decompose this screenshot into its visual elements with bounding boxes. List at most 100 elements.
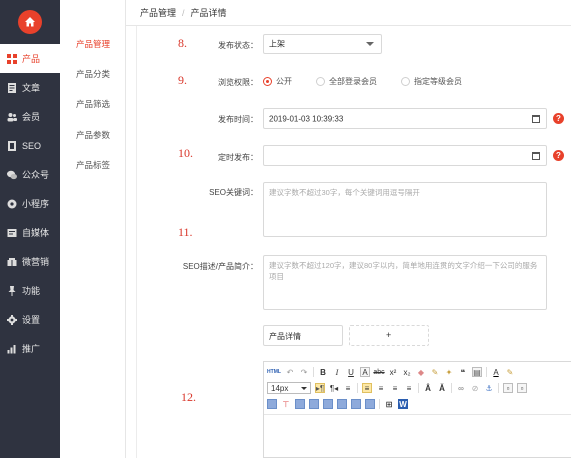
link-icon[interactable]: ∞ bbox=[456, 383, 466, 393]
help-icon[interactable]: ? bbox=[553, 113, 564, 124]
status-select[interactable]: 上架 bbox=[263, 34, 382, 54]
insert-table-icon[interactable] bbox=[267, 399, 277, 409]
grid-icon bbox=[7, 53, 17, 64]
plus-icon: + bbox=[386, 330, 392, 340]
wechat-icon bbox=[7, 170, 17, 179]
radio-unchecked-icon bbox=[401, 77, 410, 86]
subscript-icon[interactable]: x₂ bbox=[402, 367, 412, 377]
find-icon[interactable]: ⊞ bbox=[384, 399, 394, 409]
radio-unchecked-icon bbox=[316, 77, 325, 86]
auto-format-icon[interactable]: ✦ bbox=[444, 367, 454, 377]
nav-item-function[interactable]: 功能 bbox=[0, 276, 60, 305]
subnav-item-product-filter[interactable]: 产品筛选 bbox=[76, 98, 110, 110]
nav-item-label: 公众号 bbox=[22, 170, 50, 180]
annotation-10: 10. bbox=[178, 146, 193, 160]
subnav-item-product-tags[interactable]: 产品标签 bbox=[76, 159, 110, 171]
pin-icon bbox=[8, 285, 16, 296]
nav-item-marketing[interactable]: 微营销 bbox=[0, 247, 60, 276]
access-radio-public[interactable]: 公开 bbox=[263, 76, 292, 87]
font-increase-icon[interactable]: Â bbox=[423, 383, 433, 393]
nav-item-promotion[interactable]: 推广 bbox=[0, 334, 60, 363]
annotation-11: 11. bbox=[178, 225, 193, 239]
rich-text-editor: HTML ↶ ↷ B I U A abc x² x₂ ◆ ✎ ✦ ❝ ▤ A ✎… bbox=[263, 361, 571, 458]
strikethrough-icon[interactable]: abc bbox=[373, 367, 384, 377]
table-col-icon[interactable] bbox=[365, 399, 375, 409]
nav-item-member[interactable]: 会员 bbox=[0, 102, 60, 131]
table-delete-icon[interactable] bbox=[337, 399, 347, 409]
insert-row-icon[interactable]: ⊤ bbox=[281, 399, 291, 409]
italic-icon[interactable]: I bbox=[332, 367, 342, 377]
align-justify-icon[interactable]: ≡ bbox=[404, 383, 414, 393]
word-import-icon[interactable]: W bbox=[398, 399, 408, 409]
subnav-item-product-params[interactable]: 产品参数 bbox=[76, 129, 110, 141]
undo-icon[interactable]: ↶ bbox=[285, 367, 295, 377]
editor-toolbar-row-2: 14px ▸¶ ¶◂ ≡ ≡ ≡ ≡ ≡ Â Ǎ ∞ ⊘ ⚓ ▫ ▫ bbox=[267, 381, 527, 395]
help-icon[interactable]: ? bbox=[553, 150, 564, 161]
table-split-icon[interactable] bbox=[323, 399, 333, 409]
breadcrumb-parent[interactable]: 产品管理 bbox=[140, 6, 176, 19]
access-option-label: 公开 bbox=[276, 77, 292, 86]
image-right-icon[interactable]: ▫ bbox=[517, 383, 527, 393]
align-left-icon[interactable]: ≡ bbox=[362, 383, 372, 393]
nav-item-label: 小程序 bbox=[22, 199, 50, 209]
access-radio-level-members[interactable]: 指定等级会员 bbox=[401, 76, 462, 87]
underline-icon[interactable]: U bbox=[346, 367, 356, 377]
add-tab-button[interactable]: + bbox=[349, 325, 429, 346]
align-right-icon[interactable]: ≡ bbox=[390, 383, 400, 393]
table-cell-icon[interactable] bbox=[295, 399, 305, 409]
superscript-icon[interactable]: x² bbox=[388, 367, 398, 377]
home-icon[interactable] bbox=[18, 10, 42, 34]
nav-item-seo[interactable]: SEO bbox=[0, 131, 60, 160]
nav-item-article[interactable]: 文章 bbox=[0, 73, 60, 102]
nav-item-settings[interactable]: 设置 bbox=[0, 305, 60, 334]
image-left-icon[interactable]: ▫ bbox=[503, 383, 513, 393]
redo-icon[interactable]: ↷ bbox=[299, 367, 309, 377]
nav-item-miniprogram[interactable]: 小程序 bbox=[0, 189, 60, 218]
editor-toolbar-row-3: ⊤ ⊞ W bbox=[267, 397, 408, 411]
annotation-12: 12. bbox=[181, 390, 196, 404]
table-merge-icon[interactable] bbox=[309, 399, 319, 409]
rtl-icon[interactable]: ¶◂ bbox=[329, 383, 339, 393]
bold-icon[interactable]: B bbox=[318, 367, 328, 377]
seo-desc-textarea[interactable]: 建议字数不超过120字，建议80字以内，简单地用连贯的文字介绍一下公司的服务项目 bbox=[263, 255, 547, 310]
chart-icon bbox=[7, 344, 16, 353]
toolbar-divider bbox=[486, 367, 487, 377]
nav-item-media[interactable]: 自媒体 bbox=[0, 218, 60, 247]
nav-item-product[interactable]: 产品 bbox=[0, 44, 60, 73]
chevron-down-icon bbox=[366, 42, 374, 46]
scheduled-input[interactable] bbox=[263, 145, 547, 166]
radio-checked-icon bbox=[263, 77, 272, 86]
publish-time-input[interactable]: 2019-01-03 10:39:33 bbox=[263, 108, 547, 129]
nav-item-wechat[interactable]: 公众号 bbox=[0, 160, 60, 189]
table-props-icon[interactable] bbox=[351, 399, 361, 409]
font-decrease-icon[interactable]: Ǎ bbox=[437, 383, 447, 393]
format-brush-icon[interactable]: ✎ bbox=[430, 367, 440, 377]
access-radio-all-members[interactable]: 全部登录会员 bbox=[316, 76, 377, 87]
eraser-icon[interactable]: ◆ bbox=[416, 367, 426, 377]
font-size-select[interactable]: 14px bbox=[267, 382, 311, 394]
blockquote-icon[interactable]: ❝ bbox=[458, 367, 468, 377]
align-center-icon[interactable]: ≡ bbox=[376, 383, 386, 393]
anchor-icon[interactable]: ⚓ bbox=[484, 383, 494, 393]
paste-plain-icon[interactable]: ▤ bbox=[472, 367, 482, 377]
font-color-icon[interactable]: A bbox=[491, 367, 501, 377]
miniprogram-icon bbox=[7, 199, 17, 208]
subnav-item-product-category[interactable]: 产品分类 bbox=[76, 68, 110, 80]
highlight-icon[interactable]: ✎ bbox=[505, 367, 515, 377]
calendar-icon[interactable] bbox=[532, 114, 540, 123]
html-source-button[interactable]: HTML bbox=[267, 367, 281, 377]
users-icon bbox=[7, 112, 17, 121]
subnav-item-product-manage[interactable]: 产品管理 bbox=[76, 38, 110, 50]
calendar-icon[interactable] bbox=[532, 151, 540, 160]
unlink-icon[interactable]: ⊘ bbox=[470, 383, 480, 393]
indent-icon[interactable]: ≡ bbox=[343, 383, 353, 393]
status-select-value: 上架 bbox=[269, 39, 285, 49]
ltr-icon[interactable]: ▸¶ bbox=[315, 383, 325, 393]
nav-item-label: 产品 bbox=[22, 54, 41, 64]
editor-body[interactable] bbox=[264, 414, 571, 457]
seo-keywords-textarea[interactable]: 建议字数不超过30字，每个关键词用逗号隔开 bbox=[263, 182, 547, 237]
font-border-icon[interactable]: A bbox=[360, 367, 370, 377]
nav-item-label: 文章 bbox=[22, 83, 41, 93]
tab-product-detail[interactable]: 产品详情 bbox=[263, 325, 343, 346]
status-label: 发布状态： bbox=[218, 41, 258, 50]
